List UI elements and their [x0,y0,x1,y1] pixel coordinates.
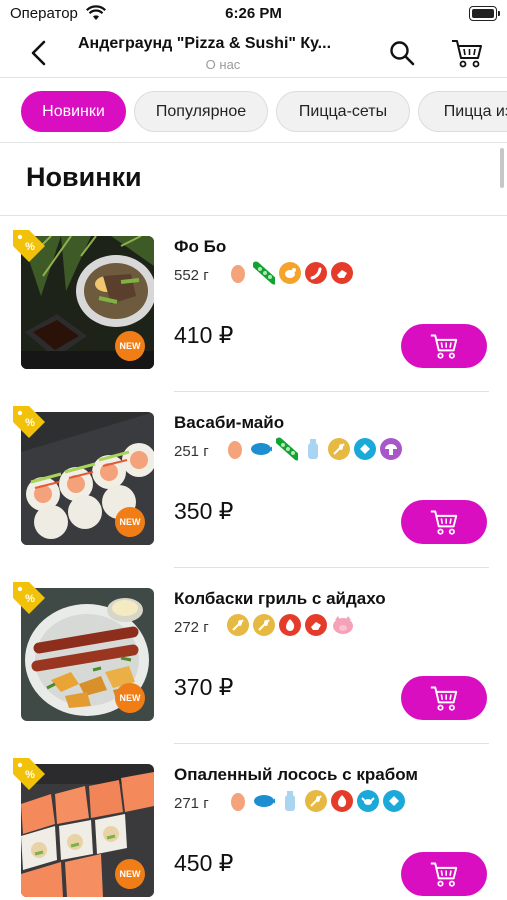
new-badge: NEW [115,331,145,361]
fire-icon [331,790,353,812]
restaurant-title: Андеграунд "Pizza & Sushi" Ку... [78,35,332,52]
product-price: 410 ₽ [174,322,234,348]
product-weight: 272 г [174,619,209,636]
milk-bottle-icon [302,438,324,460]
cart-icon [430,334,458,359]
svg-text:%: % [25,593,35,605]
fire-icon [279,614,301,636]
promo-tag-icon: % [13,230,45,262]
tab-pizza-from[interactable]: Пицца из [418,91,507,132]
add-to-cart-button[interactable] [401,500,487,544]
chili-icon [305,262,327,284]
egg-icon [227,262,249,284]
wheat-icon [328,438,350,460]
shellfish-icon [354,438,376,460]
egg-icon [227,790,249,812]
promo-tag-icon: % [13,582,45,614]
svg-text:%: % [25,417,35,429]
wheat-icon [227,614,249,636]
product-weight: 552 г [174,267,209,284]
wheat-icon [305,790,327,812]
status-bar: Оператор 6:26 PM [0,0,507,28]
wheat-icon [253,614,275,636]
add-to-cart-button[interactable] [401,324,487,368]
tab-pizza-sets[interactable]: Пицца-сеты [276,91,410,132]
crab-icon [357,790,379,812]
fish-icon [253,790,275,812]
product-name: Опаленный лосось с крабом [174,765,418,784]
meat-icon [331,262,353,284]
mushroom-icon [380,438,402,460]
promo-tag-icon: % [13,758,45,790]
product-name: Колбаски гриль с айдахо [174,589,386,608]
pea-pod-icon [253,261,275,285]
pig-icon [331,614,353,636]
section-title: Новинки [26,162,142,192]
category-tabs: Новинки Популярное Пицца-сеты Пицца из [0,79,507,143]
fish-icon [250,438,272,460]
scrollbar[interactable] [500,148,504,188]
search-icon[interactable] [388,39,416,67]
new-badge: NEW [115,507,145,537]
product-price: 450 ₽ [174,850,234,876]
product-card[interactable]: % NEW Опаленный лосось с крабом 271 г 45… [0,744,507,900]
svg-text:%: % [25,769,35,781]
tab-popular[interactable]: Популярное [134,91,268,132]
add-to-cart-button[interactable] [401,676,487,720]
cart-icon [430,862,458,887]
product-weight: 251 г [174,443,209,460]
product-weight: 271 г [174,795,209,812]
egg-icon [224,438,246,460]
product-name: Фо Бо [174,237,227,256]
meat-icon [305,614,327,636]
cart-icon[interactable] [450,37,484,69]
milk-bottle-icon [279,790,301,812]
add-to-cart-button[interactable] [401,852,487,896]
cart-icon [430,510,458,535]
product-price: 370 ₽ [174,674,234,700]
product-price: 350 ₽ [174,498,234,524]
clock: 6:26 PM [225,5,282,22]
product-card[interactable]: % NEW Фо Бо 552 г 410 ₽ [0,216,507,392]
ingredient-icons [227,261,353,288]
cart-icon [430,686,458,711]
about-link[interactable]: О нас [78,57,368,72]
new-badge: NEW [115,859,145,889]
pea-pod-icon [276,437,298,461]
product-card[interactable]: % NEW Васаби-майо 251 г 350 ₽ [0,392,507,568]
ingredient-icons [227,614,353,640]
promo-tag-icon: % [13,406,45,438]
navigation-bar: Андеграунд "Pizza & Sushi" Ку... О нас [0,28,507,78]
svg-text:%: % [25,241,35,253]
product-name: Васаби-майо [174,413,285,432]
shellfish-icon [383,790,405,812]
tab-novinki[interactable]: Новинки [21,91,126,132]
ingredient-icons [224,437,402,464]
new-badge: NEW [115,683,145,713]
back-chevron-icon[interactable] [26,38,52,68]
chicken-icon [279,262,301,284]
product-card[interactable]: % NEW Колбаски гриль с айдахо 272 г 370 … [0,568,507,744]
ingredient-icons [227,790,405,816]
battery-icon [469,6,500,21]
